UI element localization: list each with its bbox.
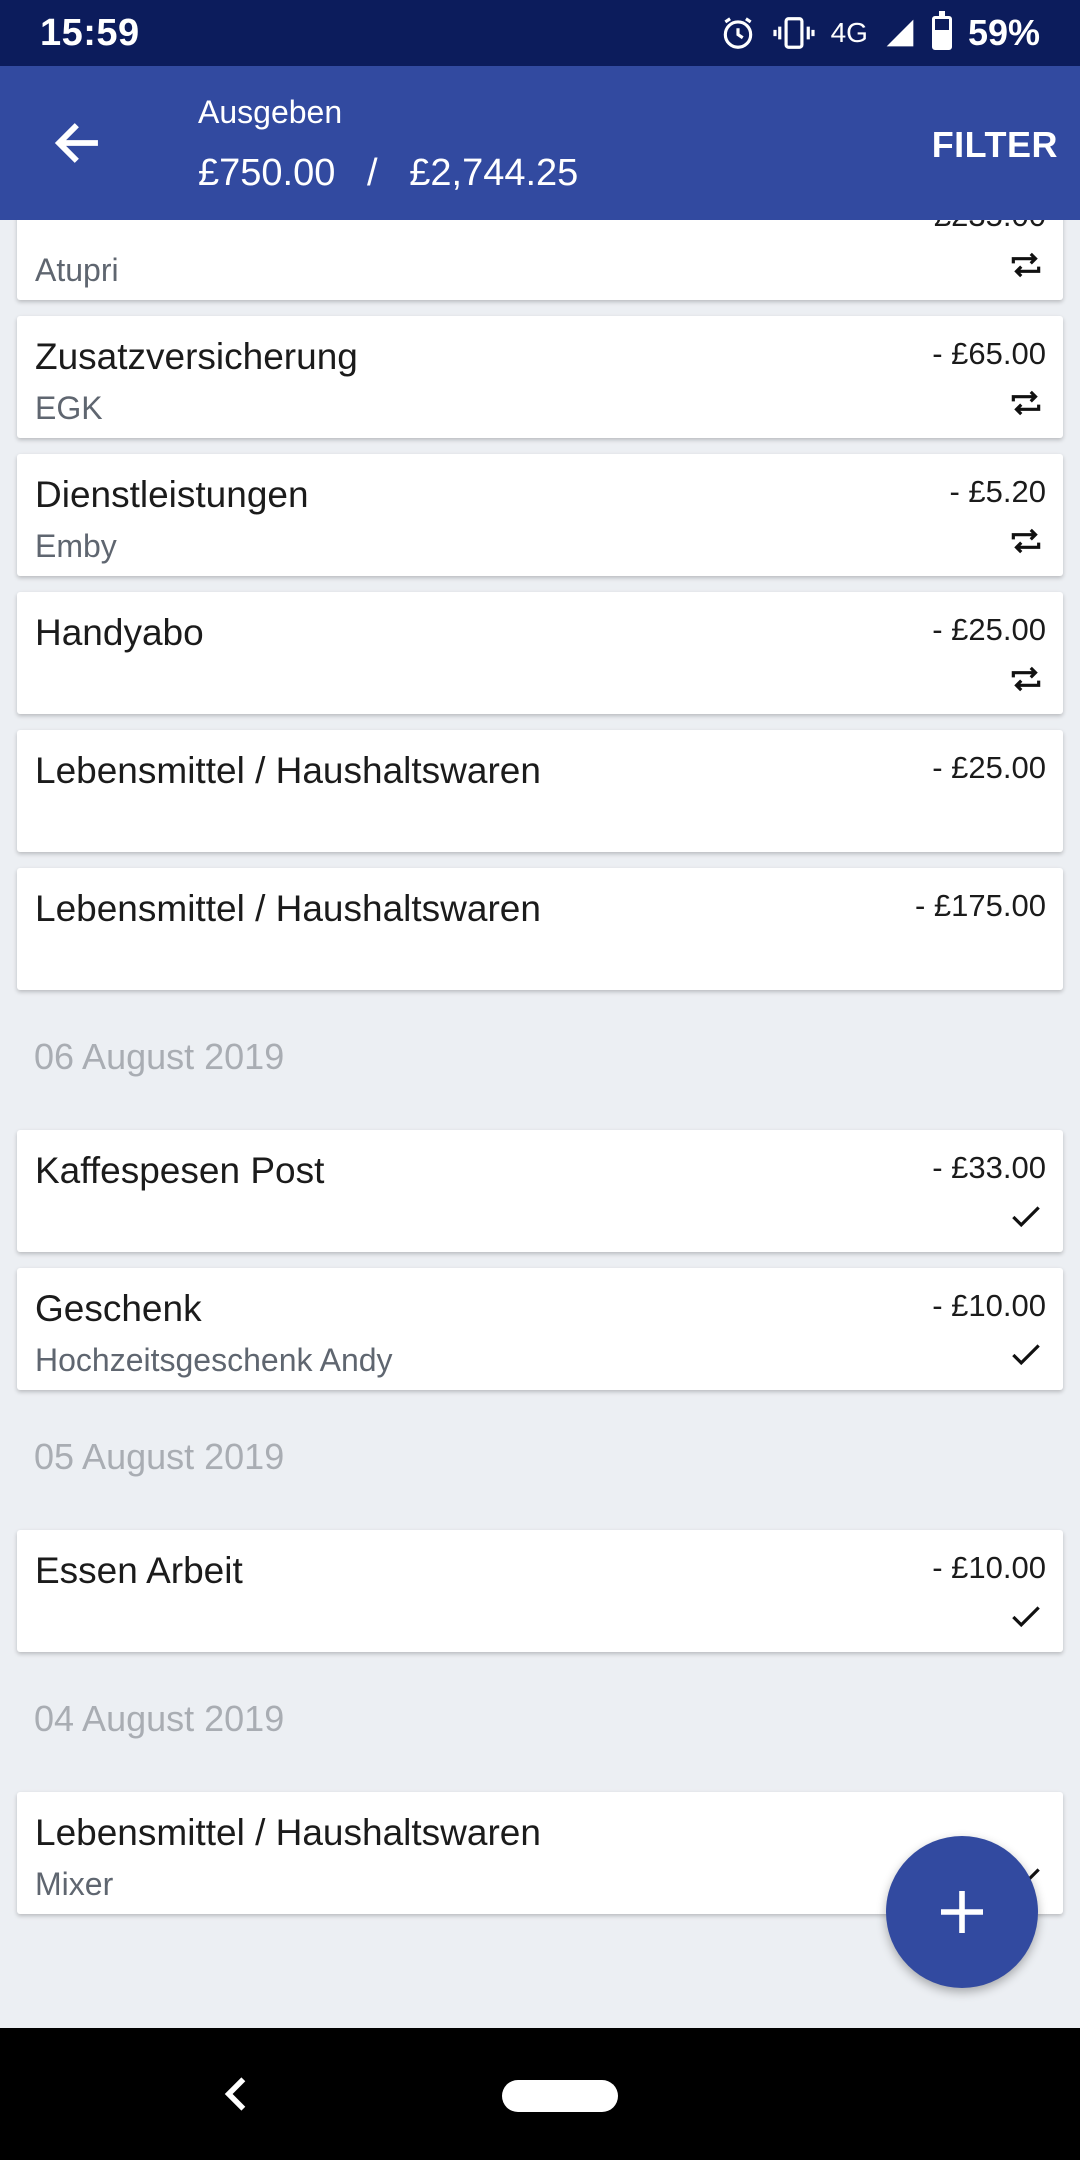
budget-amounts: £750.00 / £2,744.25 bbox=[198, 152, 579, 194]
check-icon bbox=[1012, 1606, 1040, 1628]
battery-percent: 59% bbox=[967, 12, 1040, 53]
vibrate-icon bbox=[772, 17, 815, 49]
transaction-amount: - £175.00 bbox=[915, 888, 1046, 923]
transaction-card[interactable]: Zusatzversicherung EGK - £65.00 bbox=[17, 316, 1063, 438]
transaction-amount: - £33.00 bbox=[932, 1150, 1046, 1185]
date-header: 06 August 2019 bbox=[34, 1036, 285, 1077]
transaction-card[interactable]: Lebensmittel / Haushaltswaren - £175.00 bbox=[17, 868, 1063, 990]
system-nav-bar bbox=[0, 2028, 1080, 2160]
transaction-amount: - £235.00 bbox=[915, 220, 1046, 234]
date-header: 05 August 2019 bbox=[34, 1436, 285, 1477]
transaction-title: Essen Arbeit bbox=[35, 1550, 243, 1591]
transaction-card[interactable]: Kaffespesen Post - £33.00 bbox=[17, 1130, 1063, 1252]
transaction-card[interactable]: Geschenk Hochzeitsgeschenk Andy - £10.00 bbox=[17, 1268, 1063, 1390]
transaction-amount: - £65.00 bbox=[932, 336, 1046, 371]
transaction-title: Dienstleistungen bbox=[35, 474, 309, 515]
transaction-card[interactable]: Atupri - £235.00 bbox=[17, 220, 1063, 300]
status-time: 15:59 bbox=[40, 11, 140, 54]
add-transaction-button[interactable] bbox=[886, 1836, 1038, 1988]
transaction-amount: - £5.20 bbox=[949, 474, 1046, 509]
arrow-left-icon[interactable] bbox=[50, 116, 104, 170]
date-header: 04 August 2019 bbox=[34, 1698, 285, 1739]
nav-back-icon[interactable] bbox=[218, 2072, 254, 2116]
transaction-title: Handyabo bbox=[35, 612, 204, 653]
alarm-icon bbox=[723, 17, 752, 49]
plus-icon bbox=[941, 1891, 983, 1933]
transaction-subtitle: Mixer bbox=[35, 1866, 114, 1902]
transaction-title: Lebensmittel / Haushaltswaren bbox=[35, 750, 541, 791]
transaction-title: Geschenk bbox=[35, 1288, 202, 1329]
check-icon bbox=[1012, 1206, 1040, 1228]
battery-icon bbox=[931, 11, 952, 50]
transaction-subtitle: Emby bbox=[35, 528, 117, 564]
transaction-card[interactable]: Lebensmittel / Haushaltswaren - £25.00 bbox=[17, 730, 1063, 852]
app-bar: Ausgeben £750.00 / £2,744.25 FILTER bbox=[0, 66, 1080, 220]
transaction-title: Lebensmittel / Haushaltswaren bbox=[35, 888, 541, 929]
transaction-amount: - £25.00 bbox=[932, 612, 1046, 647]
transaction-card[interactable]: Dienstleistungen Emby - £5.20 bbox=[17, 454, 1063, 576]
repeat-icon bbox=[1011, 666, 1041, 692]
repeat-icon bbox=[1011, 528, 1041, 554]
page-label: Ausgeben bbox=[198, 94, 343, 130]
home-pill-button[interactable] bbox=[502, 2080, 618, 2112]
transaction-title: Lebensmittel / Haushaltswaren bbox=[35, 1812, 541, 1853]
transaction-amount: - £10.00 bbox=[932, 1550, 1046, 1585]
signal-icon bbox=[886, 19, 914, 47]
check-icon bbox=[1012, 1344, 1040, 1366]
network-label: 4G bbox=[830, 17, 868, 48]
repeat-icon bbox=[1011, 252, 1041, 278]
transaction-amount: - £10.00 bbox=[932, 1288, 1046, 1323]
transaction-title: Kaffespesen Post bbox=[35, 1150, 325, 1191]
transaction-subtitle: Atupri bbox=[35, 252, 119, 288]
transaction-subtitle: Hochzeitsgeschenk Andy bbox=[35, 1342, 393, 1378]
transaction-list[interactable]: Atupri - £235.00 Zusatzversicherung EGK - £6… bbox=[0, 220, 1080, 2028]
repeat-icon bbox=[1011, 390, 1041, 416]
transaction-title: Zusatzversicherung bbox=[35, 336, 358, 377]
transaction-card[interactable]: Essen Arbeit - £10.00 bbox=[17, 1530, 1063, 1652]
transaction-amount: - £25.00 bbox=[932, 750, 1046, 785]
transaction-subtitle: EGK bbox=[35, 390, 103, 426]
status-bar: 15:59 4G 59% bbox=[0, 0, 1080, 66]
status-icons: 4G 59% bbox=[719, 11, 1040, 54]
filter-button[interactable]: FILTER bbox=[932, 124, 1058, 166]
transaction-card[interactable]: Handyabo - £25.00 bbox=[17, 592, 1063, 714]
